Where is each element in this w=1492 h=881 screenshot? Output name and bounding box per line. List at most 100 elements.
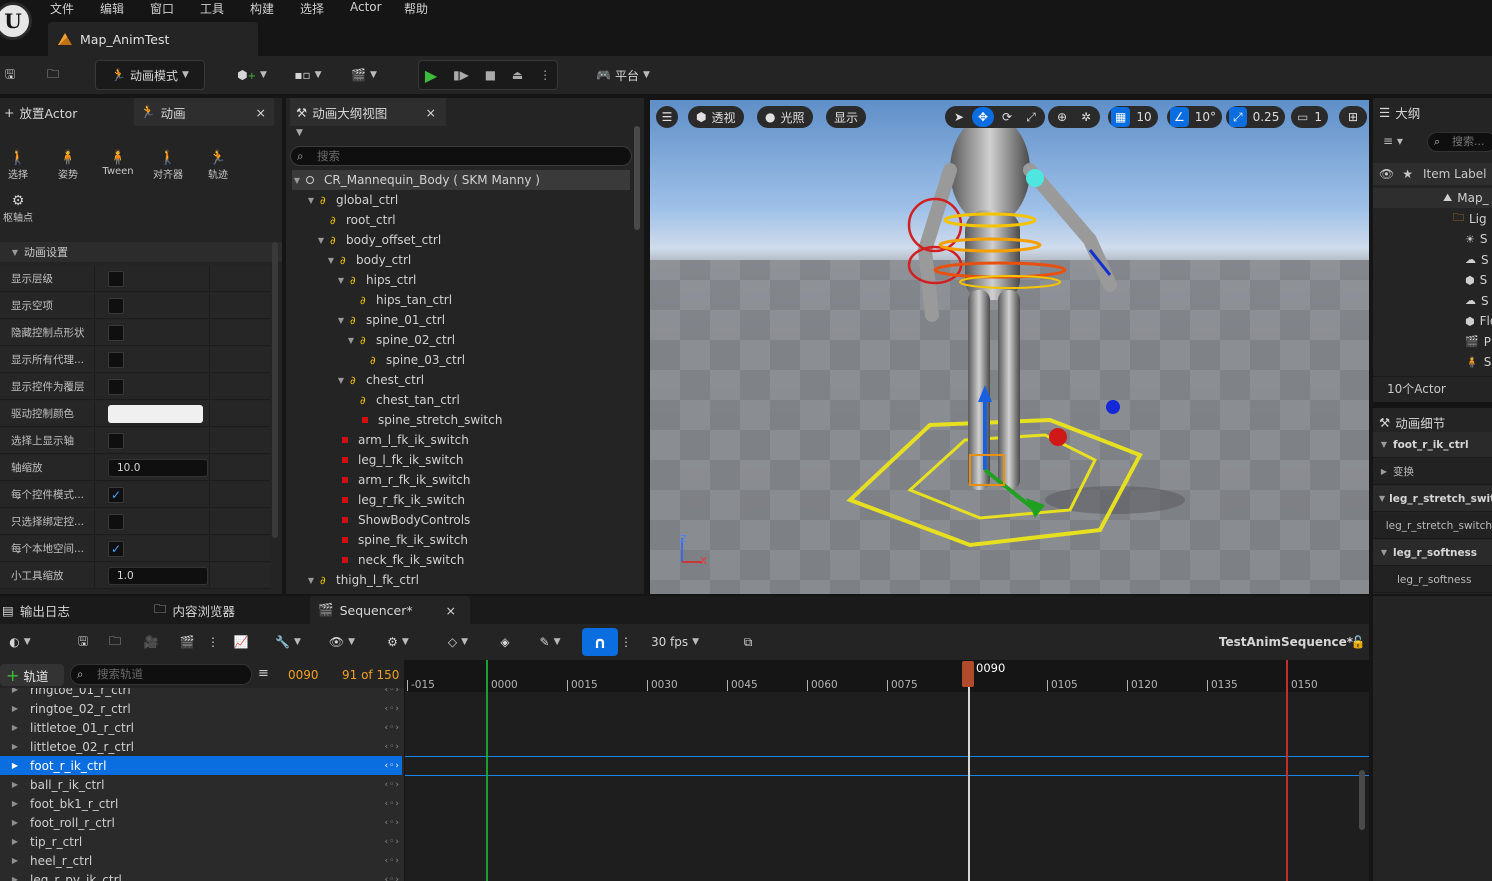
expand-arrow-icon[interactable]: ▶ (0, 780, 30, 789)
expand-arrow-icon[interactable]: ▶ (0, 837, 30, 846)
setting-checkbox[interactable] (108, 324, 124, 341)
perspective-button[interactable]: ⬢ 透视 (688, 106, 744, 128)
key-navigation-icons[interactable]: ‹◦› (384, 688, 400, 695)
menu-file[interactable]: 文件 (50, 0, 74, 16)
hierarchy-item[interactable]: ∂ chest_tan_ctrl (292, 390, 630, 410)
track-row[interactable]: ▶ littletoe_02_r_ctrl ‹◦› (0, 737, 402, 756)
track-row[interactable]: ▶ tip_r_ctrl ‹◦› (0, 832, 402, 851)
scale-snap[interactable]: ⤢ 0.25 (1226, 106, 1286, 128)
more-icon[interactable]: ⋮ (206, 627, 220, 657)
key-navigation-icons[interactable]: ‹◦› (384, 723, 400, 733)
menu-help[interactable]: 帮助 (404, 0, 428, 16)
tab-output-log[interactable]: ▤ 输出日志 (0, 596, 140, 624)
expand-arrow-icon[interactable]: ▶ (0, 742, 30, 751)
close-icon[interactable]: × (446, 603, 456, 618)
browse-icon[interactable]: 🗀 (40, 60, 66, 90)
key-dropdown[interactable]: ◇ ▼ (438, 627, 478, 657)
setting-number-input[interactable]: 10.0 (108, 458, 208, 477)
details-section-header[interactable]: ▼ leg_r_softness (1373, 540, 1492, 566)
auto-key-icon[interactable]: ◈ (492, 627, 518, 657)
more-icon[interactable]: ⋮ (539, 68, 551, 82)
play-icon[interactable]: ▶ (425, 66, 437, 85)
curve-editor-icon[interactable]: 📈 (230, 627, 252, 657)
menu-build[interactable]: 构建 (250, 0, 274, 16)
item-label-column[interactable]: Item Label (1423, 167, 1487, 181)
tab-place-actor[interactable]: + 放置Actor (0, 98, 130, 126)
menu-actor[interactable]: Actor (350, 0, 382, 16)
timeline-ruler[interactable]: -015 0000 0015 0030 0045 0060 0075 0090 0105 0120… (405, 660, 1369, 692)
outliner-search-input[interactable]: ⌕ 搜索... (1427, 132, 1492, 152)
track-search-input[interactable]: ⌕ 搜索轨道 (70, 664, 252, 685)
hierarchy-item[interactable]: ▼ ∂ thigh_l_fk_ctrl (292, 570, 630, 590)
select-cursor-icon[interactable]: ➤ (948, 107, 970, 127)
track-row[interactable]: ▶ heel_r_ctrl ‹◦› (0, 851, 402, 870)
find-asset-icon[interactable]: 🗀 (104, 627, 126, 657)
expand-arrow-icon[interactable]: ▶ (0, 875, 30, 881)
scale-icon[interactable]: ⤢ (1020, 107, 1042, 127)
setting-checkbox[interactable] (108, 351, 124, 368)
hierarchy-item[interactable]: spine_stretch_switch (292, 410, 630, 430)
lighting-button[interactable]: ● 光照 (757, 106, 813, 128)
render-movie-icon[interactable]: 🎥 (140, 627, 162, 657)
close-icon[interactable]: × (426, 105, 436, 120)
hierarchy-item[interactable]: spine_fk_ik_switch (292, 530, 630, 550)
outliner-item[interactable]: ☁ S (1373, 250, 1492, 270)
world-dropdown[interactable]: ◐ ▼ (0, 627, 40, 657)
mode-dropdown[interactable]: 🏃 动画模式 ▼ (95, 60, 205, 90)
key-navigation-icons[interactable]: ‹◦› (384, 818, 400, 828)
track-row[interactable]: ▶ littletoe_01_r_ctrl ‹◦› (0, 718, 402, 737)
menu-tools[interactable]: 工具 (200, 0, 224, 16)
hierarchy-item[interactable]: leg_l_fk_ik_switch (292, 450, 630, 470)
grid-snap[interactable]: ▦ 10 (1108, 106, 1158, 128)
key-navigation-icons[interactable]: ‹◦› (384, 742, 400, 752)
hierarchy-item[interactable]: ∂ root_ctrl (292, 210, 630, 230)
expand-arrow-icon[interactable]: ▼ (306, 196, 316, 205)
outliner-item[interactable]: 🗀 Lig (1373, 209, 1492, 229)
expand-arrow-icon[interactable]: ▶ (0, 688, 30, 694)
step-icon[interactable]: ▮▶ (453, 68, 469, 82)
setting-checkbox[interactable] (108, 270, 124, 287)
expand-arrow-icon[interactable]: ▼ (306, 576, 316, 585)
viewport-menu-button[interactable]: ☰ (656, 106, 678, 128)
more-icon[interactable]: ⋮ (620, 627, 632, 657)
outliner-item[interactable]: ☀ S (1373, 229, 1492, 249)
settings-section-header[interactable]: ▼ 动画设置 (0, 242, 282, 262)
track-row[interactable]: ▶ foot_bk1_r_ctrl ‹◦› (0, 794, 402, 813)
outliner-item[interactable]: 🧍 SK (1373, 352, 1492, 372)
outliner-item[interactable]: 🎬 Pla (1373, 332, 1492, 352)
details-property[interactable]: leg_r_softness (1373, 567, 1492, 593)
hierarchy-item[interactable]: ▼ ∂ chest_ctrl (292, 370, 630, 390)
key-navigation-icons[interactable]: ‹◦› (384, 761, 400, 771)
expand-arrow-icon[interactable]: ▼ (336, 316, 346, 325)
hierarchy-item[interactable]: arm_l_fk_ik_switch (292, 430, 630, 450)
tool-pivot[interactable]: ⚙ 枢轴点 (0, 193, 40, 224)
key-navigation-icons[interactable]: ‹◦› (384, 875, 400, 881)
hierarchy-scrollbar[interactable] (634, 126, 640, 230)
setting-checkbox[interactable] (108, 297, 124, 314)
setting-checkbox[interactable]: ✓ (108, 540, 124, 557)
settings-scrollbar[interactable] (272, 242, 278, 538)
hierarchy-item[interactable]: ∂ spine_03_ctrl (292, 350, 630, 370)
track-row[interactable]: ▶ ball_r_ik_ctrl ‹◦› (0, 775, 402, 794)
details-property[interactable]: ▶ 变换 (1373, 459, 1492, 485)
save-sequence-icon[interactable]: 🖫 (72, 627, 94, 657)
expand-arrow-icon[interactable]: ▶ (0, 818, 30, 827)
expand-arrow-icon[interactable]: ▶ (0, 704, 30, 713)
move-icon[interactable]: ✥ (972, 107, 994, 127)
filter-dropdown-icon[interactable]: ▼ (296, 128, 303, 138)
key-navigation-icons[interactable]: ‹◦› (384, 799, 400, 809)
expand-arrow-icon[interactable]: ▼ (336, 276, 346, 285)
hierarchy-item[interactable]: leg_r_fk_ik_switch (292, 490, 630, 510)
tab-sequencer[interactable]: 🎬 Sequencer* × (310, 596, 470, 624)
add-track-button[interactable]: + 轨道 (0, 664, 64, 686)
save-icon[interactable]: 🖫 (0, 60, 20, 90)
tab-content-browser[interactable]: 🗀 内容浏览器 (154, 596, 304, 624)
graph-icon[interactable]: ⧉ (736, 627, 760, 657)
hierarchy-item[interactable]: ▼ ∂ spine_02_ctrl (292, 330, 630, 350)
expand-arrow-icon[interactable]: ▼ (316, 236, 326, 245)
expand-arrow-icon[interactable]: ▼ (346, 336, 356, 345)
outliner-item[interactable]: ⬢ Flo (1373, 311, 1492, 331)
show-button[interactable]: 显示 (826, 106, 867, 128)
tools-dropdown[interactable]: 🔧 ▼ (268, 627, 308, 657)
filter-icon[interactable]: ≡ (258, 666, 269, 681)
